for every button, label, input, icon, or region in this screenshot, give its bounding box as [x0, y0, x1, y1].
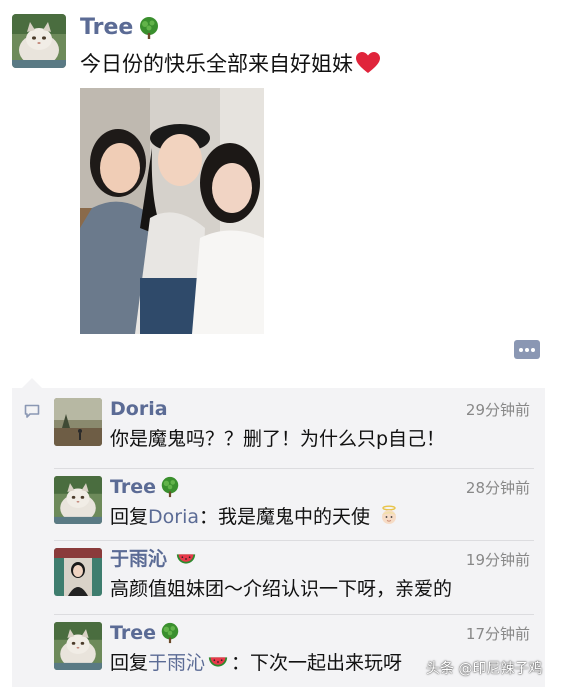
reply-body: ：下次一起出来玩呀 — [231, 652, 403, 674]
comment-time: 19分钟前 — [465, 551, 530, 569]
post-photo[interactable] — [80, 88, 264, 334]
cat-avatar-image — [12, 14, 66, 68]
tree-emoji-icon — [159, 476, 181, 498]
more-options-button[interactable] — [514, 340, 540, 359]
dot — [525, 348, 529, 352]
watermark: 头条 @印尼辣子鸡 — [426, 661, 543, 677]
commenter-avatar[interactable] — [54, 622, 102, 670]
comment-item[interactable]: 于雨沁 19分钟前 高颜值姐妹团～介绍认识一下呀，亲爱的 — [54, 548, 534, 606]
reply-body: ：我是魔鬼中的天使 — [199, 506, 371, 528]
red-heart-icon — [356, 52, 380, 73]
comment-time: 28分钟前 — [465, 479, 530, 497]
reply-mention[interactable]: 于雨沁 — [148, 652, 205, 674]
baby-angel-emoji-icon — [382, 505, 397, 524]
commenter-name[interactable]: Tree — [110, 620, 181, 646]
comment-text: 回复于雨沁 ：下次一起出来玩呀 — [110, 650, 402, 676]
dot — [531, 348, 535, 352]
divider — [54, 614, 534, 615]
comment-text: 高颜值姐妹团～介绍认识一下呀，亲爱的 — [110, 578, 453, 600]
selfie-photo — [80, 88, 264, 334]
comment-time: 17分钟前 — [465, 625, 530, 643]
post-text: 今日份的快乐全部来自好姐妹 — [80, 50, 381, 78]
reply-prefix: 回复 — [110, 506, 149, 528]
comment-time: 29分钟前 — [465, 401, 530, 419]
comments-pointer — [22, 378, 42, 388]
comment-text: 回复Doria：我是魔鬼中的天使 — [110, 504, 400, 530]
commenter-avatar[interactable] — [54, 548, 102, 596]
divider — [54, 468, 534, 469]
dot — [519, 348, 523, 352]
cat-avatar-image — [54, 622, 102, 670]
author-avatar[interactable] — [12, 14, 66, 68]
comment-item[interactable]: Doria 29分钟前 你是魔鬼吗？？删了！为什么只p自己！ — [54, 398, 534, 456]
divider — [54, 540, 534, 541]
comment-item[interactable]: Tree 28分钟前 回复Doria：我是魔鬼中的天使 — [54, 476, 534, 534]
watermelon-emoji-icon — [207, 651, 229, 673]
commenter-name[interactable]: 于雨沁 — [110, 546, 197, 572]
comment-icon — [24, 404, 40, 418]
watermelon-emoji-icon — [175, 548, 197, 570]
post-author-name[interactable]: Tree — [80, 14, 133, 42]
commenter-avatar[interactable] — [54, 476, 102, 524]
reply-prefix: 回复 — [110, 652, 149, 674]
comment-text: 你是魔鬼吗？？删了！为什么只p自己！ — [110, 428, 446, 450]
cat-avatar-image — [54, 476, 102, 524]
reply-mention[interactable]: Doria — [148, 506, 199, 528]
commenter-name[interactable]: Doria — [110, 396, 168, 422]
commenter-avatar[interactable] — [54, 398, 102, 446]
tree-emoji-icon — [137, 16, 161, 40]
landscape-avatar-image — [54, 398, 102, 446]
post-text-content: 今日份的快乐全部来自好姐妹 — [80, 52, 353, 76]
commenter-name[interactable]: Tree — [110, 474, 181, 500]
post-author[interactable]: Tree — [80, 14, 161, 42]
tree-emoji-icon — [159, 622, 181, 644]
portrait-avatar-image — [54, 548, 102, 596]
